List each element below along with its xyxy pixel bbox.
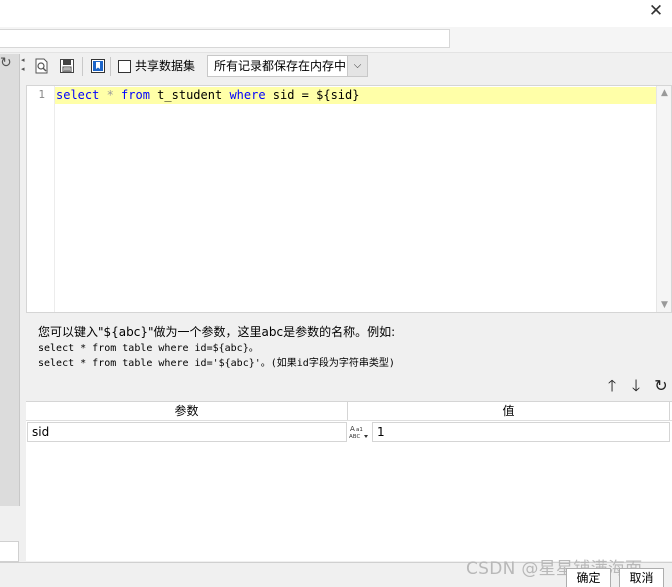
- string-type-icon[interactable]: A a1 ABC: [348, 423, 370, 441]
- svg-text:ABC: ABC: [349, 434, 360, 440]
- sql-editor[interactable]: 1 select * from t_student where sid = ${…: [26, 85, 672, 313]
- param-name-cell[interactable]: sid: [27, 422, 347, 442]
- parameter-table: 参数 值 sid A a1 ABC 1: [26, 401, 672, 561]
- svg-text:a1: a1: [356, 427, 363, 433]
- hint-example: select * from table where id='${abc}'。(如…: [38, 358, 395, 369]
- dataset-tree-panel[interactable]: [0, 54, 20, 506]
- column-header-value[interactable]: 值: [348, 402, 670, 420]
- svg-text:A: A: [350, 425, 355, 433]
- line-number-gutter: 1: [27, 86, 55, 312]
- watermark: CSDN @星星铺满海面: [466, 559, 643, 579]
- sql-token-plain: t_student: [149, 88, 230, 102]
- line-number: 1: [38, 88, 45, 101]
- title-bar: [0, 0, 672, 27]
- chevron-down-icon[interactable]: ⌵: [347, 56, 367, 76]
- refresh-params-icon[interactable]: ↻: [652, 376, 670, 396]
- share-dataset-checkbox[interactable]: [118, 60, 131, 73]
- close-icon[interactable]: ✕: [646, 1, 666, 21]
- sql-token-keyword: select: [56, 88, 100, 102]
- hint-example: select * from table where id=${abc}。: [38, 343, 259, 354]
- toolbar-separator: [82, 57, 83, 76]
- record-mode-select[interactable]: 所有记录都保存在内存中 ⌵: [207, 55, 368, 77]
- left-search-input[interactable]: [0, 541, 19, 562]
- param-value-cell[interactable]: 1: [372, 422, 670, 442]
- scroll-down-icon[interactable]: ▼: [657, 300, 672, 310]
- sql-token-operator: *: [99, 88, 122, 102]
- scroll-up-icon[interactable]: ▲: [657, 88, 672, 98]
- table-row[interactable]: sid A a1 ABC 1: [26, 422, 672, 442]
- sql-token-keyword: where: [229, 88, 266, 102]
- refresh-icon[interactable]: ↻: [0, 54, 14, 72]
- hint-line: 您可以键入"${abc}"做为一个参数，这里abc是参数的名称。例如:: [38, 325, 396, 339]
- move-down-icon[interactable]: 🡓: [627, 376, 645, 396]
- parameter-hint: 您可以键入"${abc}"做为一个参数，这里abc是参数的名称。例如: sele…: [38, 324, 395, 371]
- editor-scrollbar[interactable]: ▲ ▼: [656, 86, 671, 312]
- preview-icon[interactable]: [34, 58, 50, 74]
- cancel-button[interactable]: 取消: [619, 568, 664, 587]
- ok-button[interactable]: 确定: [566, 568, 611, 587]
- save-icon[interactable]: [59, 58, 75, 74]
- toolbar-separator: [110, 57, 111, 76]
- table-header: 参数 值: [26, 402, 672, 421]
- bookmark-icon[interactable]: [90, 58, 106, 74]
- sql-code-line[interactable]: select * from t_student where sid = ${si…: [56, 87, 359, 104]
- sql-token-plain: sid = ${sid}: [265, 88, 360, 102]
- query-toolbar: 共享数据集 所有记录都保存在内存中 ⌵: [26, 54, 672, 80]
- share-dataset-label: 共享数据集: [135, 59, 196, 73]
- column-header-param[interactable]: 参数: [26, 402, 348, 420]
- move-up-icon[interactable]: 🡑: [603, 376, 621, 396]
- sql-token-keyword: from: [121, 88, 150, 102]
- record-mode-value: 所有记录都保存在内存中: [214, 59, 347, 73]
- dataset-name-input[interactable]: [0, 29, 450, 48]
